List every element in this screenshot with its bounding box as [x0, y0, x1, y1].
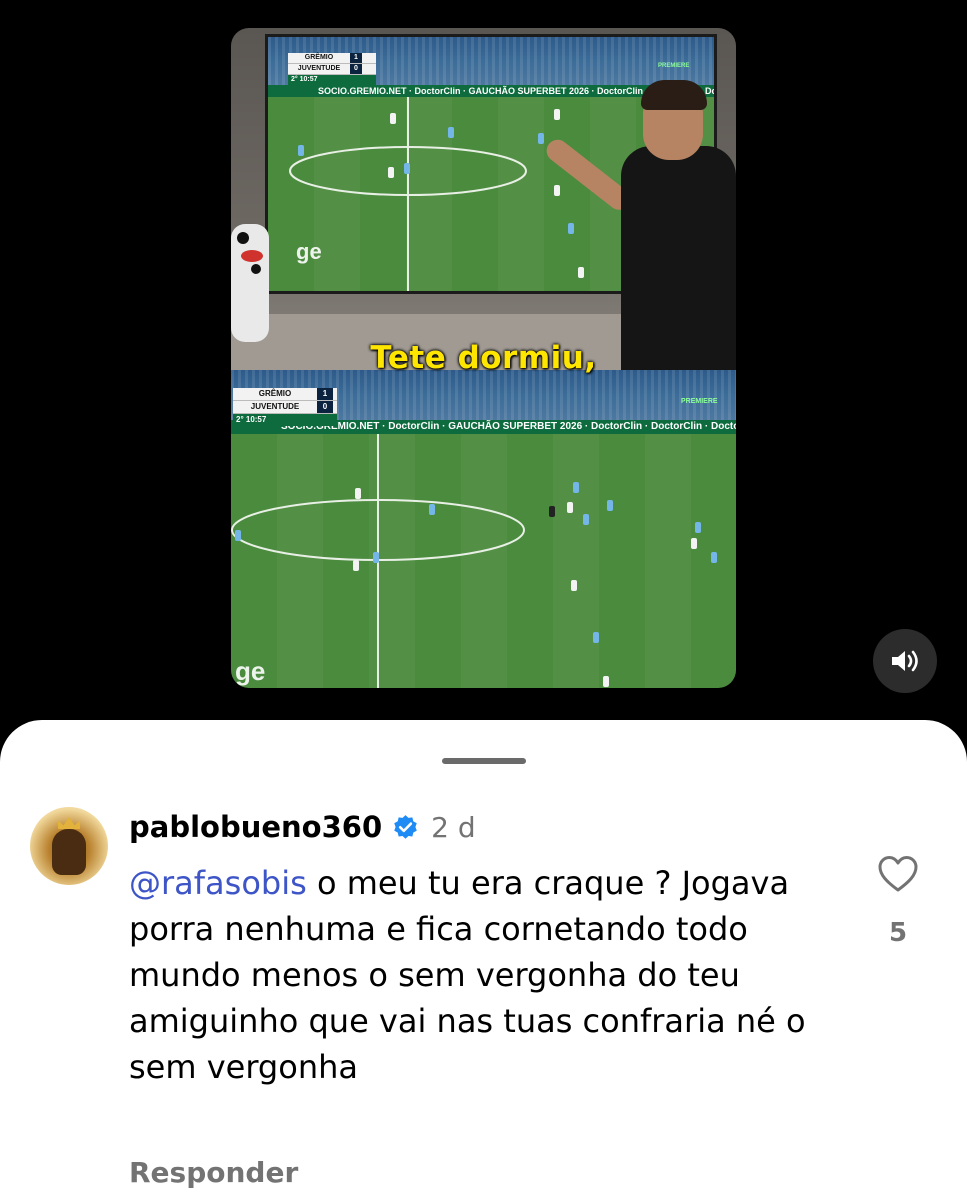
- player: [593, 632, 599, 643]
- player: [298, 145, 304, 156]
- player: [554, 109, 560, 120]
- away-score: 0: [350, 64, 362, 74]
- match-broadcast: SOCIO.GREMIO.NET · DoctorClin · GAUCHÃO …: [231, 370, 736, 688]
- sheet-drag-handle[interactable]: [442, 758, 526, 764]
- player: [607, 500, 613, 511]
- away-team: JUVENTUDE: [250, 402, 300, 411]
- player: [388, 167, 394, 178]
- crown-icon: [58, 817, 80, 829]
- player: [571, 580, 577, 591]
- heart-icon[interactable]: [877, 854, 919, 894]
- player: [691, 538, 697, 549]
- presenter: [621, 146, 736, 370]
- comment-header: pablobueno360 2 d: [129, 810, 476, 844]
- video-caption: Tete dormiu,: [370, 340, 597, 376]
- like-count: 5: [888, 918, 908, 948]
- player: [448, 127, 454, 138]
- player: [583, 514, 589, 525]
- presenter-hair: [641, 80, 707, 110]
- reply-button[interactable]: Responder: [129, 1156, 298, 1189]
- player: [568, 223, 574, 234]
- scoreboard: GRÊMIO 1 JUVENTUDE 0 2° 10:57: [233, 388, 337, 426]
- comment-username[interactable]: pablobueno360: [129, 810, 382, 844]
- premiere-badge: PREMIERE: [681, 398, 718, 405]
- comments-sheet: pablobueno360 2 d @rafasobis o meu tu er…: [0, 720, 967, 1200]
- home-score: 1: [350, 53, 362, 63]
- pitch-grass: [231, 434, 736, 688]
- referee: [549, 506, 555, 517]
- player: [554, 185, 560, 196]
- player: [695, 522, 701, 533]
- home-team: GRÊMIO: [258, 389, 292, 398]
- match-clock: 2° 10:57: [288, 75, 376, 85]
- player: [573, 482, 579, 493]
- premiere-badge: PREMIERE: [658, 63, 690, 69]
- player: [353, 560, 359, 571]
- mascot-doll: [231, 224, 269, 342]
- player: [355, 488, 361, 499]
- player: [567, 502, 573, 513]
- comment-body: @rafasobis o meu tu era craque ? Jogava …: [129, 860, 819, 1090]
- player: [711, 552, 717, 563]
- home-team: GRÊMIO: [304, 54, 334, 61]
- away-team: JUVENTUDE: [297, 65, 341, 72]
- player: [578, 267, 584, 278]
- player: [404, 163, 410, 174]
- verified-badge-icon: [394, 814, 417, 839]
- away-score: 0: [317, 401, 333, 413]
- player: [373, 552, 379, 563]
- match-clock: 2° 10:57: [233, 414, 337, 426]
- comment-timestamp: 2 d: [431, 810, 476, 844]
- avatar[interactable]: [30, 807, 108, 885]
- lion-icon: [52, 829, 86, 875]
- player: [390, 113, 396, 124]
- player: [603, 676, 609, 687]
- video-player[interactable]: SOCIO.GREMIO.NET · DoctorClin · GAUCHÃO …: [231, 28, 736, 688]
- scoreboard: GRÊMIO 1 JUVENTUDE 0 2° 10:57: [288, 53, 376, 85]
- player: [429, 504, 435, 515]
- speaker-icon: [892, 650, 918, 672]
- ge-logo: ge: [296, 239, 322, 264]
- studio-scene: SOCIO.GREMIO.NET · DoctorClin · GAUCHÃO …: [231, 28, 736, 370]
- ge-logo: ge: [235, 656, 266, 686]
- player: [538, 133, 544, 144]
- mention-link[interactable]: @rafasobis: [129, 864, 307, 902]
- home-score: 1: [317, 388, 333, 400]
- sound-toggle-button[interactable]: [873, 629, 937, 693]
- player: [235, 530, 241, 541]
